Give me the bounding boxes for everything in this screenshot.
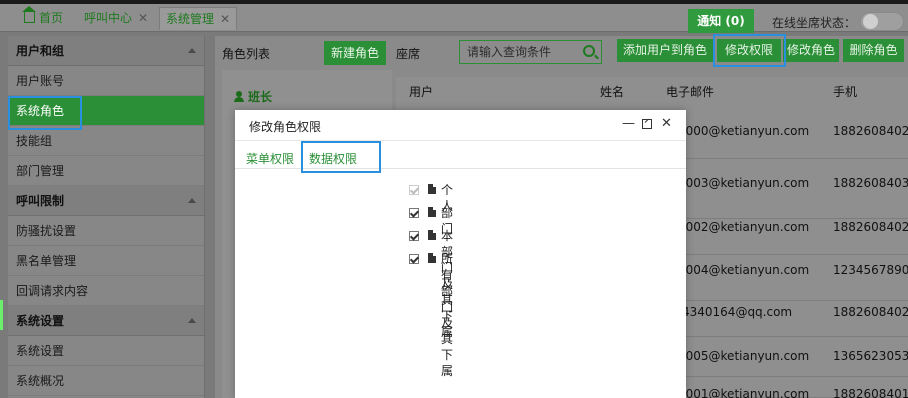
tab-menu-permission[interactable]: 菜单权限 xyxy=(246,150,294,167)
modify-role-button[interactable]: 修改角色 xyxy=(783,39,839,62)
cell-email: 8000@ketianyun.com xyxy=(678,124,810,138)
cell-phone: 18826084027 xyxy=(833,220,908,234)
tab-home[interactable]: 首页 xyxy=(18,6,69,30)
user-group-icon xyxy=(234,91,245,102)
sidebar-item-system-overview[interactable]: 系统概况 xyxy=(8,366,204,396)
sidebar-item-department-management[interactable]: 部门管理 xyxy=(8,156,204,186)
tab-bar: 首页 呼叫中心 ✕ 系统管理 ✕ 通知 (0) 在线坐席状态： xyxy=(0,4,908,33)
file-icon xyxy=(428,184,436,194)
highlight-system-roles xyxy=(8,96,82,130)
sidebar-item-blacklist[interactable]: 黑名单管理 xyxy=(8,246,204,276)
cell-email: 4340164@qq.com xyxy=(682,305,793,319)
sidebar: 用户和组 用户账号 系统角色 技能组 部门管理 呼叫限制 防骚扰设置 黑名单管理… xyxy=(8,36,205,398)
close-icon[interactable]: ✕ xyxy=(138,11,148,25)
highlight-modify-permission xyxy=(713,34,786,67)
checkbox[interactable] xyxy=(409,254,419,264)
highlight-data-permission-tab xyxy=(301,141,381,173)
role-list-title: 角色列表 xyxy=(222,47,271,61)
seat-status-label: 在线坐席状态： xyxy=(772,16,857,30)
column-header-name: 姓名 xyxy=(600,85,625,99)
cell-phone: 18826084025 xyxy=(833,124,908,138)
close-icon[interactable]: ✕ xyxy=(661,116,672,131)
cell-phone: 12345678909 xyxy=(833,263,908,277)
agent-list-title: 座席 xyxy=(396,47,421,61)
maximize-icon[interactable] xyxy=(642,119,652,129)
cell-phone: 18826084026 xyxy=(833,305,908,319)
cell-phone: 13656230536 xyxy=(833,349,908,363)
sidebar-item-user-accounts[interactable]: 用户账号 xyxy=(8,66,204,96)
sidebar-group-users-groups[interactable]: 用户和组 xyxy=(8,36,204,66)
collapse-icon xyxy=(188,48,196,53)
cell-email: 8002@ketianyun.com xyxy=(678,220,810,234)
sidebar-group-call-restrictions[interactable]: 呼叫限制 xyxy=(8,186,204,216)
cell-phone: 18826084030 xyxy=(833,176,908,190)
sidebar-item-skill-groups[interactable]: 技能组 xyxy=(8,126,204,156)
sidebar-item-system-settings[interactable]: 系统设置 xyxy=(8,336,204,366)
notice-button[interactable]: 通知 (0) xyxy=(688,9,754,33)
close-icon[interactable]: ✕ xyxy=(220,12,230,26)
sidebar-item-callback-requests[interactable]: 回调请求内容 xyxy=(8,276,204,306)
collapse-icon xyxy=(188,198,196,203)
delete-role-button[interactable]: 删除角色 xyxy=(843,39,904,62)
column-header-email: 电子邮件 xyxy=(666,85,715,99)
checkbox[interactable] xyxy=(409,185,419,195)
dialog-title: 修改角色权限 xyxy=(249,120,322,134)
collapse-icon xyxy=(188,318,196,323)
sidebar-item-anti-harassment[interactable]: 防骚扰设置 xyxy=(8,216,204,246)
cell-email: 8001@ketianyun.com xyxy=(678,387,810,398)
search-icon[interactable] xyxy=(583,45,595,57)
file-icon xyxy=(428,253,436,263)
checkbox[interactable] xyxy=(409,231,419,241)
add-user-to-role-button[interactable]: 添加用户到角色 xyxy=(617,39,713,62)
cell-email: 8005@ketianyun.com xyxy=(678,349,810,363)
file-icon xyxy=(428,207,436,217)
role-item[interactable]: 班长 xyxy=(234,88,272,105)
cell-phone: 18826084012 xyxy=(833,387,908,398)
column-header-phone: 手机 xyxy=(833,85,858,99)
seat-status-toggle[interactable] xyxy=(860,12,904,31)
edge-marker xyxy=(0,300,3,330)
cell-email: 8004@ketianyun.com xyxy=(678,263,810,277)
minimize-icon[interactable]: — xyxy=(622,116,635,131)
tab-system-management[interactable]: 系统管理 ✕ xyxy=(159,7,238,30)
sidebar-group-system-settings[interactable]: 系统设置 xyxy=(8,306,204,336)
search-box xyxy=(459,40,602,64)
cell-email: 8003@ketianyun.com xyxy=(678,176,810,190)
checkbox[interactable] xyxy=(409,208,419,218)
tab-call-center[interactable]: 呼叫中心 ✕ xyxy=(78,7,154,30)
file-icon xyxy=(428,230,436,240)
column-header-user: 用户 xyxy=(409,85,434,99)
search-input[interactable] xyxy=(460,41,578,63)
home-icon xyxy=(22,6,36,23)
new-role-button[interactable]: 新建角色 xyxy=(324,41,386,65)
